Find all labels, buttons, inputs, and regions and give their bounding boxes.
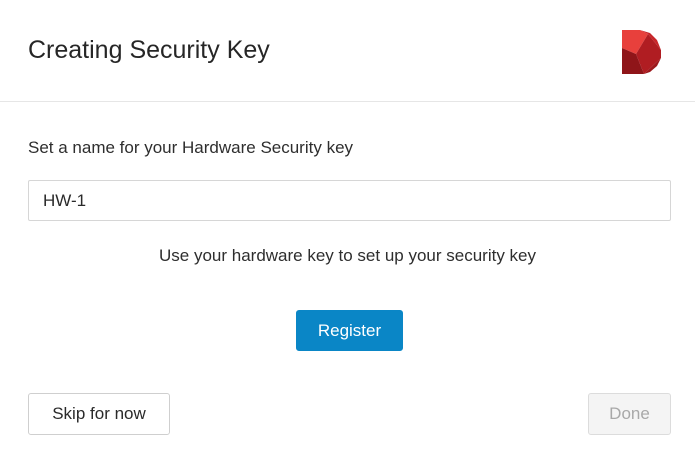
dialog-title: Creating Security Key — [28, 36, 270, 64]
dell-emc-d-logo-icon — [622, 30, 661, 74]
register-button[interactable]: Register — [296, 310, 403, 351]
instruction-text: Use your hardware key to set up your sec… — [159, 246, 536, 265]
security-key-dialog: Creating Security Key Set a name for you… — [0, 0, 695, 462]
skip-for-now-button[interactable]: Skip for now — [28, 393, 170, 435]
done-button[interactable]: Done — [588, 393, 671, 435]
key-name-input[interactable] — [28, 180, 671, 221]
key-name-label: Set a name for your Hardware Security ke… — [28, 138, 354, 157]
dialog-header: Creating Security Key — [0, 0, 695, 102]
